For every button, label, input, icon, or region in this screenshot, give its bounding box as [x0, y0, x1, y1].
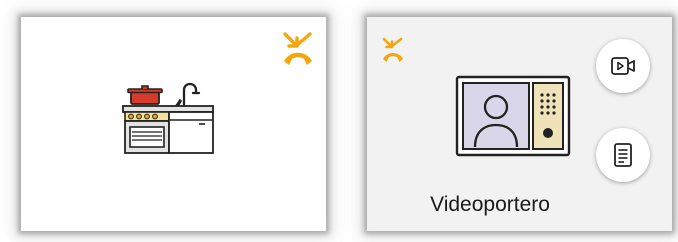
kitchen-tile[interactable]	[21, 17, 326, 231]
hang-up-icon[interactable]	[281, 31, 315, 69]
device-name-label: Videoportero	[430, 193, 550, 216]
hang-up-icon[interactable]	[381, 37, 405, 65]
camera-button[interactable]	[596, 39, 650, 93]
kitchen-icon	[122, 82, 214, 154]
video-intercom-icon	[455, 75, 571, 157]
document-icon	[614, 143, 632, 167]
notes-button[interactable]	[596, 128, 650, 182]
video-camera-icon	[611, 57, 635, 75]
video-intercom-tile[interactable]: Videoportero	[367, 17, 672, 231]
